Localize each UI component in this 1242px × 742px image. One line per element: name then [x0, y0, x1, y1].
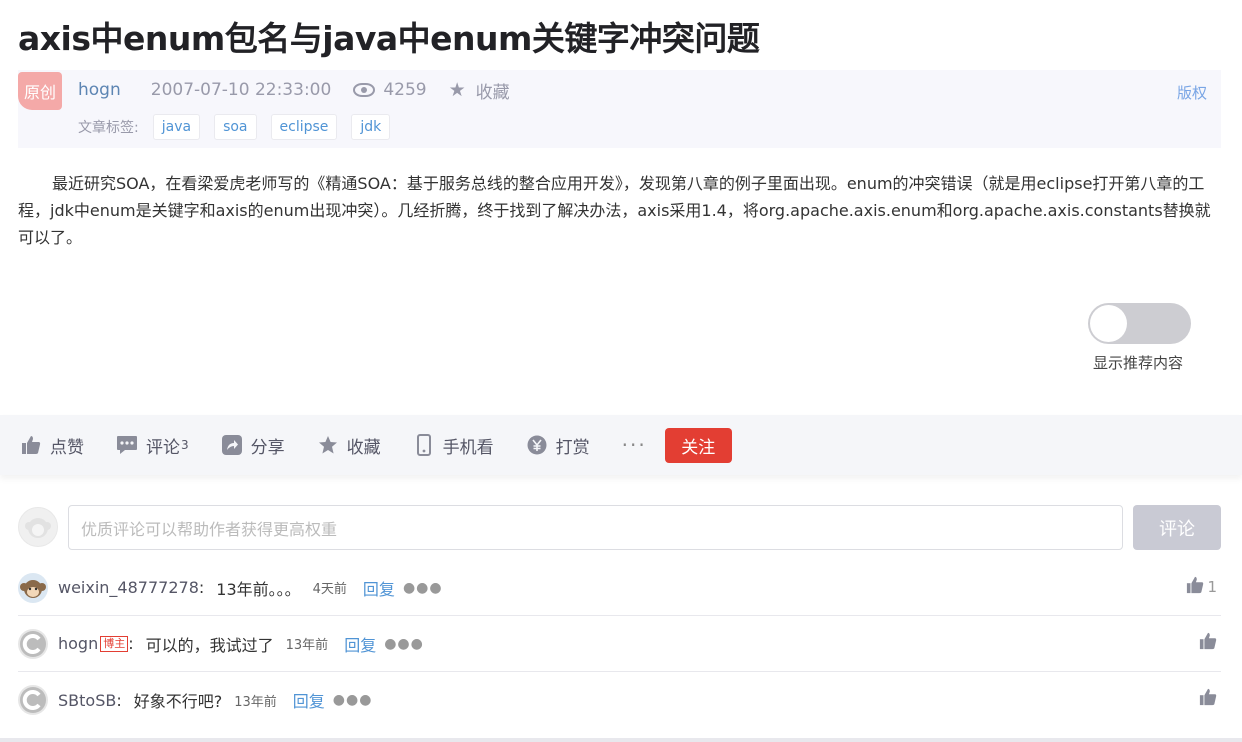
comment-text: 好象不行吧?: [133, 692, 223, 711]
recommend-toggle[interactable]: [1088, 303, 1191, 344]
comment-time: 13年前: [234, 694, 277, 710]
comment-username[interactable]: weixin_48777278: [58, 578, 199, 597]
article-title: axis中enum包名与java中enum关键字冲突问题: [18, 19, 760, 58]
comment-like-button[interactable]: [1199, 688, 1217, 710]
tag-soa[interactable]: soa: [214, 114, 257, 140]
more-actions-button[interactable]: ···: [622, 433, 647, 457]
view-count: 4259: [383, 80, 427, 100]
copyright-link[interactable]: 版权: [1177, 82, 1207, 103]
article-body: 最近研究SOA，在看梁爱虎老师写的《精通SOA：基于服务总线的整合应用开发》，发…: [18, 170, 1218, 251]
tags-row: 文章标签: java soa eclipse jdk: [78, 114, 404, 140]
divider: [0, 738, 1242, 742]
comment-input[interactable]: 优质评论可以帮助作者获得更高权重: [68, 505, 1123, 550]
phone-icon: [413, 434, 435, 456]
thumbs-up-icon: [1186, 576, 1204, 598]
like-label: 点赞: [50, 437, 84, 458]
avatar[interactable]: [18, 628, 48, 659]
favorite-label: 收藏: [346, 437, 381, 458]
reward-label: 打赏: [555, 437, 590, 458]
comment-text: 可以的，我试过了: [145, 635, 274, 655]
comment-colon: :: [128, 634, 134, 653]
original-badge: 原创: [18, 72, 62, 110]
article-meta: 原创 hogn 2007-07-10 22:33:00 4259 ★ 收藏 版权…: [18, 70, 1221, 148]
comment-item: weixin_48777278 : 13年前。。。 4天前 回复 ●●● 1: [18, 560, 1221, 616]
meta-row: hogn 2007-07-10 22:33:00 4259 ★ 收藏: [78, 78, 510, 103]
reply-button[interactable]: 回复: [363, 576, 395, 600]
recommend-toggle-label: 显示推荐内容: [1093, 354, 1184, 372]
star-icon[interactable]: ★: [449, 79, 466, 101]
follow-button[interactable]: 关注: [664, 427, 732, 463]
avatar[interactable]: [18, 572, 48, 603]
thumbs-up-icon: [1199, 688, 1217, 710]
submit-comment-button[interactable]: 评论: [1133, 505, 1221, 550]
mobile-view-button[interactable]: 手机看: [413, 433, 494, 458]
tag-java[interactable]: java: [152, 114, 201, 140]
comment-item: hogn 博主 : 可以的，我试过了 13年前 回复 ●●●: [18, 616, 1221, 672]
tag-eclipse[interactable]: eclipse: [270, 114, 338, 140]
reply-button[interactable]: 回复: [344, 632, 376, 656]
yen-coin-icon: [526, 434, 548, 456]
comment-more-button[interactable]: ●●●: [403, 580, 443, 596]
article-paragraph: 最近研究SOA，在看梁爱虎老师写的《精通SOA：基于服务总线的整合应用开发》，发…: [18, 174, 1211, 247]
publish-date: 2007-07-10 22:33:00: [150, 80, 332, 100]
share-icon: [221, 434, 243, 456]
comment-item: SBtoSB : 好象不行吧? 13年前 回复 ●●●: [18, 672, 1221, 728]
comment-button[interactable]: 评论 3: [116, 433, 189, 458]
comment-like-button[interactable]: 1: [1186, 576, 1217, 598]
comment-text: 13年前。。。: [216, 579, 301, 599]
eye-icon: [353, 83, 376, 97]
comment-label: 评论: [146, 437, 180, 458]
comment-time: 13年前: [285, 638, 329, 653]
mobile-label: 手机看: [442, 437, 494, 458]
like-button[interactable]: 点赞: [20, 433, 84, 458]
star-icon: [317, 434, 339, 456]
comment-icon: [116, 434, 138, 456]
reward-button[interactable]: 打赏: [526, 433, 590, 458]
comment-count: 3: [181, 438, 189, 452]
comment-time: 4天前: [312, 582, 347, 597]
reply-button[interactable]: 回复: [293, 688, 325, 712]
toggle-knob: [1090, 305, 1127, 342]
comment-colon: :: [116, 690, 122, 710]
share-label: 分享: [250, 437, 285, 458]
avatar[interactable]: [18, 685, 48, 715]
tag-jdk[interactable]: jdk: [351, 114, 391, 140]
thumbs-up-icon: [1199, 632, 1217, 654]
comment-like-button[interactable]: [1199, 632, 1217, 654]
comment-more-button[interactable]: ●●●: [333, 692, 373, 708]
favorite-link[interactable]: 收藏: [476, 78, 510, 103]
action-bar: 点赞 评论 3 分享 收藏 手机看 打赏 ··· 关注: [0, 415, 1242, 475]
comment-colon: :: [198, 578, 205, 597]
comment-username[interactable]: hogn: [58, 634, 98, 653]
comment-more-button[interactable]: ●●●: [384, 636, 424, 652]
favorite-button[interactable]: 收藏: [317, 433, 381, 458]
author-link[interactable]: hogn: [78, 80, 121, 100]
comment-like-count: 1: [1207, 578, 1217, 596]
comment-username[interactable]: SBtoSB: [58, 691, 116, 710]
tags-label: 文章标签:: [78, 120, 139, 136]
share-button[interactable]: 分享: [221, 433, 285, 458]
thumbs-up-icon: [20, 434, 42, 456]
host-badge: 博主: [100, 635, 129, 652]
current-user-avatar: [18, 507, 58, 547]
